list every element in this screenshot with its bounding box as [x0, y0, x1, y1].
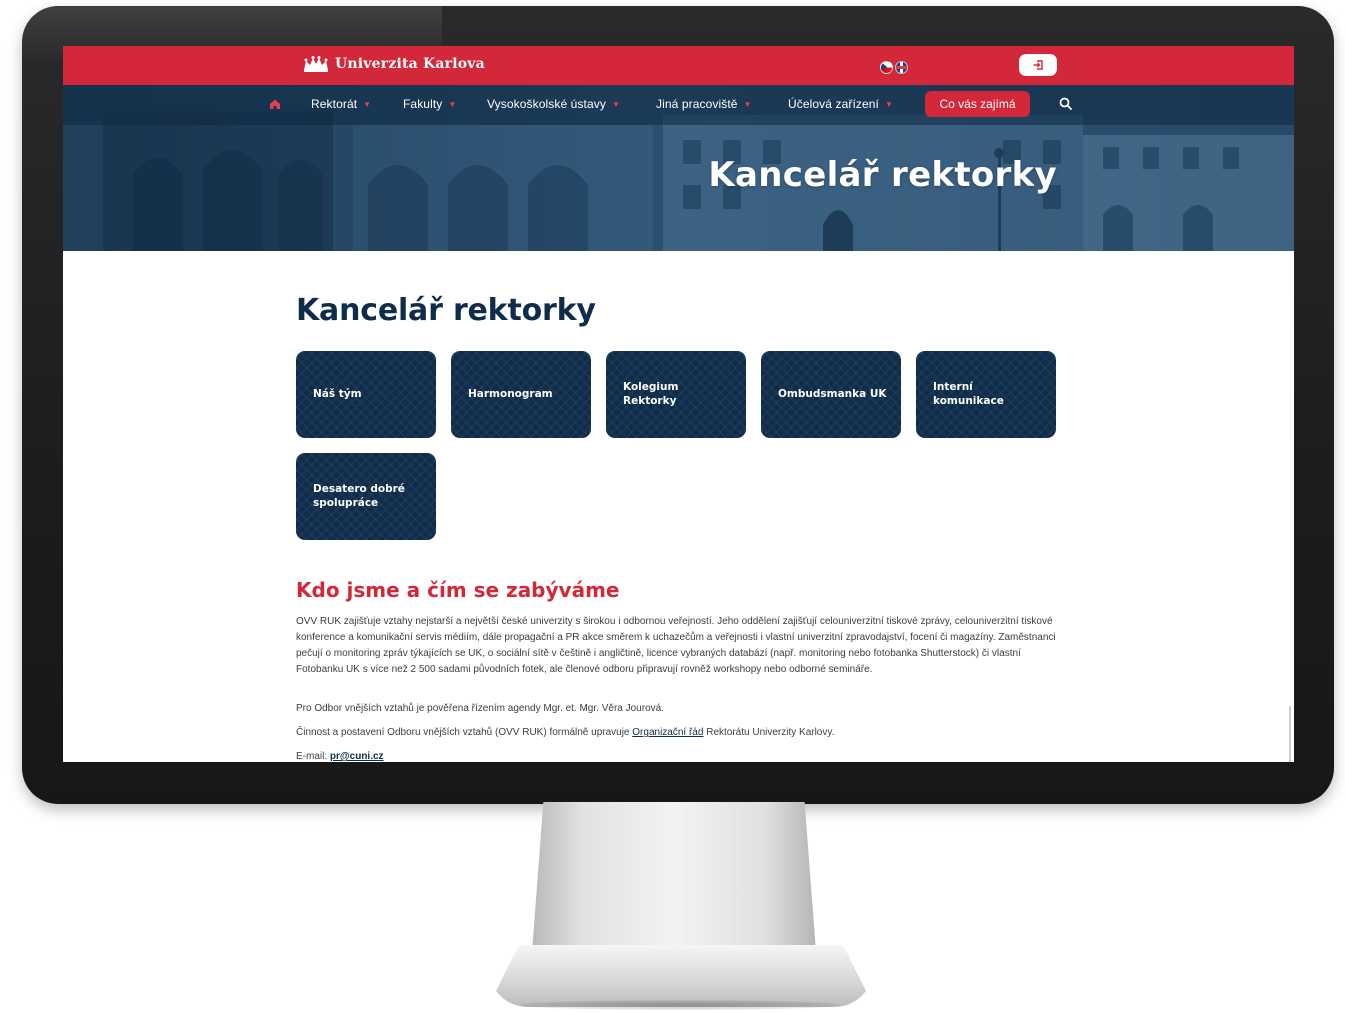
- nav-item-label: Fakulty: [403, 97, 443, 111]
- nav-item-label: Jiná pracoviště: [656, 97, 738, 111]
- monitor-stand-shadow: [520, 1000, 840, 1010]
- chevron-down-icon: ▼: [611, 100, 620, 109]
- tile-label: Ombudsmanka UK: [778, 387, 887, 400]
- regulation-text-before: Činnost a postavení Odboru vnějších vzta…: [296, 727, 633, 738]
- home-icon[interactable]: [269, 98, 281, 110]
- nav-item-label: Vysokoškolské ústavy: [487, 97, 606, 111]
- chevron-down-icon: ▼: [743, 100, 752, 109]
- hero-banner: Rektorát ▼ Fakulty ▼ Vysokoškolské ústavy ▼…: [63, 85, 1294, 251]
- tile-desatero-dobre-spoluprace[interactable]: Desatero dobré spolupráce: [296, 453, 436, 540]
- browser-viewport: Univerzita Karlova Rektorát ▼ Fakulty ▼ …: [63, 46, 1294, 762]
- tile-interni-komunikace[interactable]: Interní komunikace: [916, 351, 1056, 438]
- page-title: Kancelář rektorky: [296, 293, 596, 328]
- tile-ombudsmanka-uk[interactable]: Ombudsmanka UK: [761, 351, 901, 438]
- tile-nas-tym[interactable]: Náš tým: [296, 351, 436, 438]
- monitor-stand-neck: [532, 802, 816, 952]
- monitor-stand-base: [488, 945, 874, 1007]
- tile-label: Interní komunikace: [933, 381, 1004, 407]
- login-icon: [1033, 60, 1043, 70]
- organizational-rules-link[interactable]: Organizační řád: [632, 727, 703, 738]
- chevron-down-icon: ▼: [884, 100, 894, 109]
- tile-label: Desatero dobré spolupráce: [313, 483, 405, 509]
- brand-logo[interactable]: Univerzita Karlova: [303, 55, 485, 73]
- chevron-down-icon: ▼: [448, 100, 457, 109]
- regulation-text-after: Rektorátu Univerzity Karlovy.: [703, 727, 835, 738]
- tile-harmonogram[interactable]: Harmonogram: [451, 351, 591, 438]
- nav-item-vysokoskolske-ustavy[interactable]: Vysokoškolské ústavy ▼: [487, 97, 620, 111]
- nav-item-rektorat[interactable]: Rektorát ▼: [311, 97, 371, 111]
- search-icon[interactable]: [1059, 97, 1072, 110]
- responsible-person-paragraph: Pro Odbor vnějších vztahů je pověřena ří…: [296, 703, 664, 714]
- main-navigation: Rektorát ▼ Fakulty ▼ Vysokoškolské ústavy ▼…: [63, 85, 1294, 125]
- regulation-paragraph: Činnost a postavení Odboru vnějších vzta…: [296, 725, 1061, 741]
- login-button[interactable]: [1019, 54, 1057, 76]
- top-bar: Univerzita Karlova: [63, 46, 1294, 85]
- nav-item-fakulty[interactable]: Fakulty ▼: [403, 97, 456, 111]
- nav-item-label: Účelová zařízení: [788, 97, 879, 111]
- about-paragraph: OVV RUK zajišťuje vztahy nejstarší a nej…: [296, 616, 1056, 675]
- nav-item-ucelova-zarizeni[interactable]: Účelová zařízení ▼: [788, 97, 893, 111]
- language-switcher: [880, 61, 908, 74]
- nav-item-jina-pracoviste[interactable]: Jiná pracoviště ▼: [656, 97, 752, 111]
- nav-item-label: Rektorát: [311, 97, 358, 111]
- chevron-down-icon: ▼: [363, 100, 372, 109]
- email-paragraph: E-mail: pr@cuni.cz: [296, 749, 1061, 762]
- tile-label: Náš tým: [313, 387, 362, 400]
- what-interests-you-button[interactable]: Co vás zajímá: [925, 91, 1030, 117]
- brand-name: Univerzita Karlova: [335, 56, 485, 72]
- hero-title: Kancelář rektorky: [708, 155, 1057, 195]
- flag-en-icon[interactable]: [895, 61, 908, 74]
- tile-label: Kolegium Rektorky: [623, 381, 679, 407]
- email-label: E-mail:: [296, 751, 330, 762]
- email-link[interactable]: pr@cuni.cz: [330, 751, 384, 762]
- tile-kolegium-rektorky[interactable]: Kolegium Rektorky: [606, 351, 746, 438]
- section-heading: Kdo jsme a čím se zabýváme: [296, 578, 620, 602]
- flag-cz-icon[interactable]: [880, 61, 893, 74]
- tile-label: Harmonogram: [468, 387, 553, 400]
- university-crest-icon: [304, 56, 328, 72]
- scrollbar-thumb[interactable]: [1289, 706, 1291, 762]
